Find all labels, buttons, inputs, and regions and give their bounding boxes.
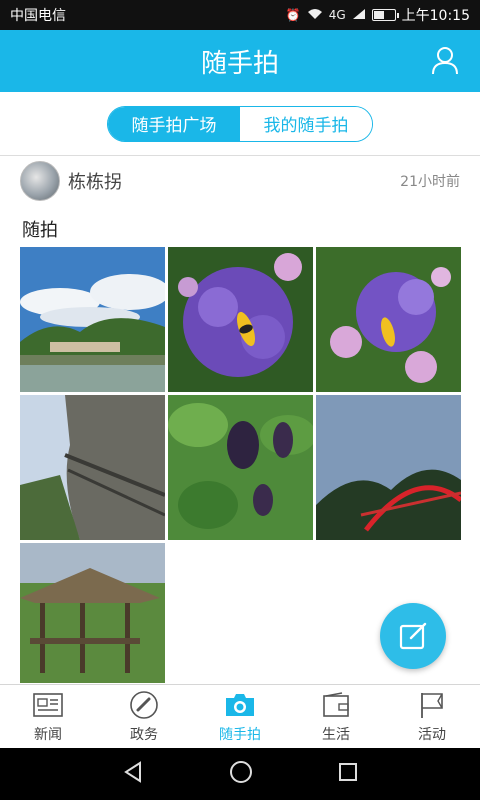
- nav-label-events: 活动: [418, 726, 446, 743]
- avatar[interactable]: [20, 161, 60, 201]
- post-time: 21小时前: [400, 174, 460, 190]
- camera-icon: [224, 690, 256, 720]
- post-text: 随拍: [22, 220, 58, 241]
- segmented-control: 随手拍广场 我的随手拍: [107, 105, 373, 142]
- nav-item-life[interactable]: 生活: [288, 685, 384, 748]
- photo-thumbnail[interactable]: [20, 543, 165, 683]
- author-name[interactable]: 栋栋拐: [68, 168, 122, 194]
- alarm-icon: ⏰: [285, 8, 301, 22]
- edit-icon: [399, 622, 427, 650]
- nav-item-events[interactable]: 活动: [384, 685, 480, 748]
- status-icons: ⏰ 4G 上午10:15: [286, 5, 470, 25]
- carrier-label: 中国电信: [10, 8, 66, 24]
- signal-icon: [352, 8, 366, 23]
- page-title: 随手拍: [200, 48, 279, 79]
- back-icon[interactable]: [122, 761, 144, 787]
- flag-icon: [416, 690, 448, 720]
- profile-button[interactable]: [430, 44, 460, 76]
- nav-label-life: 生活: [322, 726, 350, 743]
- system-nav-bar: [0, 748, 480, 800]
- status-bar: 中国电信 ⏰ 4G 上午10:15: [0, 0, 480, 30]
- nav-item-news[interactable]: 新闻: [0, 685, 96, 748]
- network-label: 4G: [328, 8, 346, 22]
- wallet-icon: [320, 690, 352, 720]
- bottom-nav: 新闻 政务 随手拍 生活 活动: [0, 684, 480, 748]
- post-header: 栋栋拐 21小时前: [20, 160, 460, 202]
- recents-icon[interactable]: [338, 762, 358, 786]
- wifi-icon: [307, 8, 323, 23]
- photo-thumbnail[interactable]: [168, 247, 313, 392]
- photo-thumbnail[interactable]: [20, 395, 165, 540]
- clock: 上午10:15: [401, 8, 470, 24]
- nav-label-gov: 政务: [130, 726, 158, 743]
- home-icon[interactable]: [229, 760, 253, 788]
- newspaper-icon: [32, 690, 64, 720]
- photo-thumbnail[interactable]: [316, 395, 461, 540]
- battery-icon: [371, 9, 399, 21]
- tab-square[interactable]: 随手拍广场: [108, 106, 240, 141]
- photo-thumbnail[interactable]: [168, 395, 313, 540]
- tab-mine[interactable]: 我的随手拍: [240, 106, 372, 141]
- nav-item-gov[interactable]: 政务: [96, 685, 192, 748]
- nav-item-snapshot[interactable]: 随手拍: [192, 685, 288, 748]
- photo-thumbnail[interactable]: [316, 247, 461, 392]
- compose-button[interactable]: [380, 603, 446, 669]
- photo-thumbnail[interactable]: [20, 247, 165, 392]
- nav-label-news: 新闻: [34, 726, 62, 743]
- tab-bar: 随手拍广场 我的随手拍: [0, 92, 480, 156]
- user-icon: [432, 47, 458, 75]
- link-icon: [128, 690, 160, 720]
- nav-label-snapshot: 随手拍: [219, 726, 261, 743]
- app-bar: 随手拍: [0, 30, 480, 92]
